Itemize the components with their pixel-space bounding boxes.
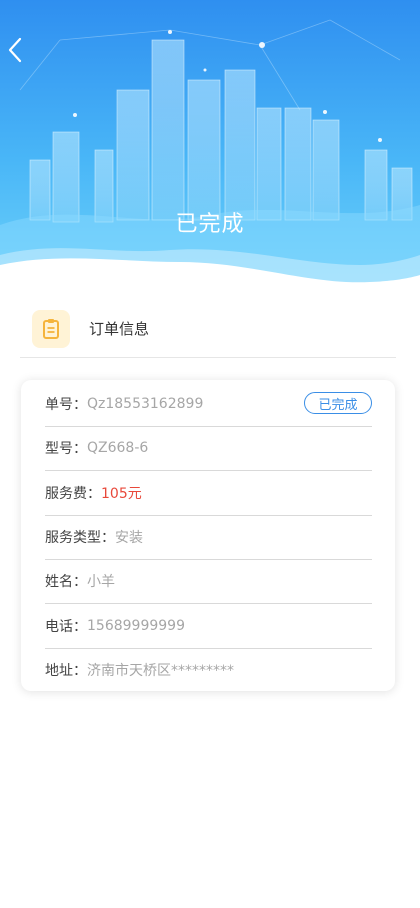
name-value: 小羊 — [87, 574, 115, 590]
service-fee-row: 服务费： 105元 — [45, 471, 372, 516]
model-row: 型号： QZ668-6 — [45, 426, 372, 471]
header-banner: 已完成 — [0, 0, 420, 290]
phone-row: 电话： 15689999999 — [45, 604, 372, 649]
model-label: 型号： — [45, 441, 87, 457]
service-type-row: 服务类型： 安装 — [45, 515, 372, 560]
page-title: 已完成 — [175, 212, 245, 237]
city-skyline-illustration — [0, 19, 420, 290]
model-value: QZ668-6 — [87, 440, 149, 456]
phone-value: 15689999999 — [87, 618, 185, 634]
section-icon-container — [32, 309, 70, 348]
address-value: 济南市天桥区********* — [87, 663, 234, 679]
phone-label: 电话： — [45, 619, 87, 635]
name-row: 姓名： 小羊 — [45, 559, 372, 604]
name-label: 姓名： — [45, 574, 87, 590]
chevron-left-icon — [8, 37, 22, 63]
section-header: 订单信息 — [20, 300, 396, 358]
order-number-row: 单号： Qz18553162899 已完成 — [45, 382, 372, 427]
address-row: 地址： 济南市天桥区********* — [45, 648, 372, 692]
clipboard-icon — [43, 318, 59, 339]
address-label: 地址： — [45, 663, 87, 679]
service-fee-value: 105元 — [101, 486, 142, 502]
status-badge[interactable]: 已完成 — [304, 392, 372, 414]
order-number-value: Qz18553162899 — [87, 396, 204, 412]
back-button[interactable] — [6, 36, 40, 70]
order-number-label: 单号： — [45, 397, 87, 413]
service-type-label: 服务类型： — [45, 530, 115, 546]
service-fee-label: 服务费： — [45, 486, 101, 502]
section-title: 订单信息 — [89, 320, 150, 338]
order-details-card: 单号： Qz18553162899 已完成 型号： QZ668-6 服务费： 1… — [21, 380, 395, 691]
service-type-value: 安装 — [115, 530, 143, 546]
